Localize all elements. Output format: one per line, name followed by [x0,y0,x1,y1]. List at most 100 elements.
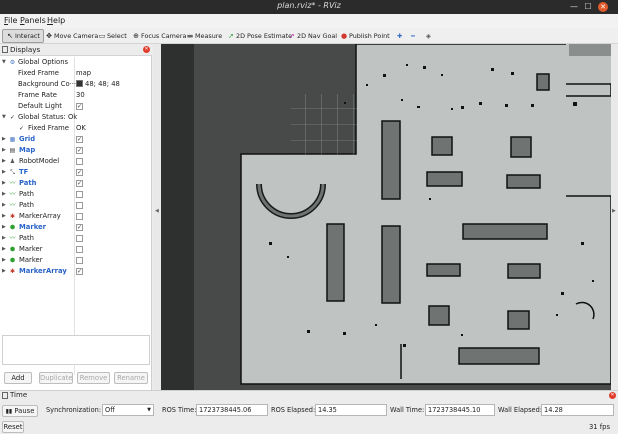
default-light-checkbox[interactable]: ✓ [76,103,83,110]
display-item-label: Marker [19,223,47,231]
display-item-row[interactable]: ▶ ⬢ Marker [0,244,150,255]
expand-arrow-icon[interactable]: ▶ [2,134,8,145]
render-viewport[interactable] [161,44,611,390]
expand-arrow-icon[interactable]: ▶ [2,178,8,189]
display-enabled-checkbox[interactable] [76,235,83,242]
expand-arrow-icon[interactable]: ▶ [2,233,8,244]
reset-button[interactable]: Reset [2,421,24,433]
display-item-row[interactable]: ▶ ▤ Map ✓ [0,145,150,156]
tree-row-background-color[interactable]: Background Co··· 48; 48; 48 [0,79,150,90]
left-splitter[interactable]: ◀ [153,44,161,390]
close-time-panel-icon[interactable]: ✕ [609,392,616,399]
panel-float-icon[interactable] [2,46,8,53]
display-item-row[interactable]: ▶ ⤡ TF ✓ [0,167,150,178]
tree-row-status-fixed-frame[interactable]: ✓ Fixed Frame OK [0,123,150,134]
select-tool-button[interactable]: ▭ Select [97,29,127,43]
expand-arrow-icon[interactable]: ▶ [2,244,8,255]
expand-arrow-icon[interactable]: ▶ [2,200,8,211]
measure-tool-button[interactable]: ▬ Measure [185,29,222,43]
display-item-row[interactable]: ▶ ▦ Grid ✓ [0,134,150,145]
display-item-label: Marker [19,256,43,264]
tree-row-default-light[interactable]: Default Light ✓ [0,101,150,112]
pause-button[interactable]: ▮▮ Pause [2,405,38,417]
expand-arrow-icon[interactable]: ▶ [2,156,8,167]
display-item-row[interactable]: ▶ 〰 Path [0,233,150,244]
collapse-left-icon[interactable]: ◀ [155,208,159,214]
display-item-row[interactable]: ▶ ✱ MarkerArray [0,211,150,222]
interact-tool-button[interactable]: ↖ Interact [2,29,44,43]
minimize-icon[interactable]: — [568,1,580,13]
add-tool-icon[interactable]: ✚ [396,29,402,43]
background-color-value[interactable]: 48; 48; 48 [76,79,120,90]
pose-estimate-icon: ➚ [228,32,234,40]
display-enabled-checkbox[interactable]: ✓ [76,224,83,231]
close-panel-icon[interactable]: ✕ [143,46,150,53]
maximize-icon[interactable]: ☐ [582,1,594,13]
focus-camera-tool-button[interactable]: ⊕ Focus Camera [131,29,186,43]
tree-row-frame-rate[interactable]: Frame Rate 30 [0,90,150,101]
display-item-row[interactable]: ▶ ⬢ Marker ✓ [0,222,150,233]
expand-arrow-icon[interactable]: ▶ [2,222,8,233]
ros-time-field[interactable]: 1723738445.06 [196,404,268,416]
display-item-label: MarkerArray [19,267,67,275]
display-enabled-checkbox[interactable]: ✓ [76,136,83,143]
publish-point-tool-button[interactable]: ● Publish Point [339,29,390,43]
display-item-row[interactable]: ▶ 〰 Path [0,189,150,200]
display-enabled-checkbox[interactable] [76,213,83,220]
color-swatch[interactable] [76,80,83,87]
pose-estimate-tool-button[interactable]: ➚ 2D Pose Estimate [226,29,292,43]
menu-bar: File Panels Help [0,14,618,28]
rename-display-button[interactable]: Rename [114,372,148,384]
wall-time-field[interactable]: 1723738445.10 [425,404,495,416]
display-enabled-checkbox[interactable]: ✓ [76,268,83,275]
collapse-right-icon[interactable]: ▶ [612,208,616,214]
sync-select[interactable]: Off ▼ [102,404,154,416]
close-window-icon[interactable]: ✕ [598,2,608,12]
nav-goal-tool-button[interactable]: ➚ 2D Nav Goal [287,29,337,43]
menu-panels[interactable]: Panels [20,16,46,25]
display-enabled-checkbox[interactable] [76,257,83,264]
display-enabled-checkbox[interactable] [76,158,83,165]
wall-elapsed-field[interactable]: 14.28 [541,404,614,416]
marker-icon: ⬢ [9,246,16,253]
ros-elapsed-field[interactable]: 14.35 [315,404,387,416]
menu-file[interactable]: File [4,16,17,25]
expand-arrow-icon[interactable]: ▶ [2,189,8,200]
display-enabled-checkbox[interactable]: ✓ [76,169,83,176]
display-item-row[interactable]: ▶ 〰 Path [0,200,150,211]
panel-float-icon[interactable] [2,392,8,399]
displays-panel: Displays ✕ ▼ ⚙ Global Options Fixed Fram… [0,44,152,390]
display-enabled-checkbox[interactable]: ✓ [76,147,83,154]
display-item-label: TF [19,168,29,176]
display-enabled-checkbox[interactable] [76,246,83,253]
display-enabled-checkbox[interactable]: ✓ [76,180,83,187]
display-item-row[interactable]: ▶ ✱ MarkerArray ✓ [0,266,150,277]
fps-readout: 31 fps [588,423,610,431]
display-enabled-checkbox[interactable] [76,191,83,198]
tree-row-global-status[interactable]: ▼ ✓ Global Status: Ok [0,112,150,123]
display-item-row[interactable]: ▶ 〰 Path ✓ [0,178,150,189]
expand-arrow-icon[interactable]: ▶ [2,266,8,277]
right-splitter[interactable]: ▶ [611,44,618,390]
add-display-button[interactable]: Add [4,372,32,384]
display-item-label: MarkerArray [19,212,61,220]
expand-arrow-icon[interactable]: ▶ [2,145,8,156]
remove-tool-icon[interactable]: ━ [410,29,415,43]
duplicate-display-button[interactable]: Duplicate [39,372,73,384]
remove-display-button[interactable]: Remove [77,372,110,384]
expand-arrow-icon[interactable]: ▶ [2,167,8,178]
collapse-arrow-icon[interactable]: ▼ [2,112,8,123]
menu-help[interactable]: Help [47,16,65,25]
display-item-row[interactable]: ▶ ⬢ Marker [0,255,150,266]
expand-arrow-icon[interactable]: ▶ [2,255,8,266]
tool-properties-icon[interactable]: ◈ [425,29,431,43]
move-camera-tool-button[interactable]: ✥ Move Camera [44,29,98,43]
display-enabled-checkbox[interactable] [76,202,83,209]
expand-arrow-icon[interactable]: ▶ [2,211,8,222]
display-item-row[interactable]: ▶ ♟ RobotModel [0,156,150,167]
collapse-arrow-icon[interactable]: ▼ [2,57,8,68]
tree-row-global-options[interactable]: ▼ ⚙ Global Options [0,57,150,68]
check-icon: ✓ [9,114,16,121]
nav-goal-icon: ➚ [289,32,295,40]
tree-row-fixed-frame[interactable]: Fixed Frame map [0,68,150,79]
